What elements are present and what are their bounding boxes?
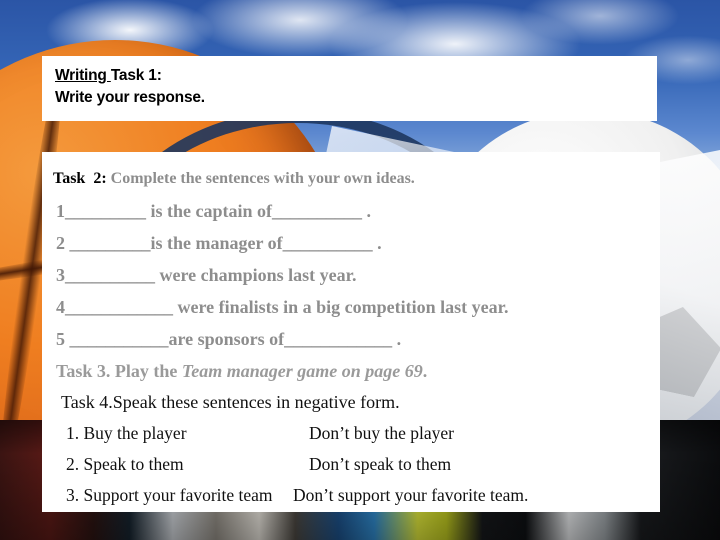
task-2-heading: Task 2: Complete the sentences with your…	[53, 162, 660, 195]
task-2-label: Task 2:	[53, 170, 107, 187]
slide-canvas: Writing Task 1: Write your response. Tas…	[0, 0, 720, 540]
task-1-label: Task 1:	[110, 67, 162, 84]
task-3-end-text: .	[422, 361, 428, 381]
task-3-plain-text: Task 3. Play the	[56, 361, 182, 381]
fill-in-line: 3__________ were champions last year.	[56, 265, 357, 285]
task-4-heading: Task 4.Speak these sentences in negative…	[61, 392, 400, 412]
task-2-description: Complete the sentences with your own ide…	[106, 170, 415, 187]
negative-form-row: 3. Support your favorite team Don’t supp…	[53, 480, 660, 511]
fill-in-line: 5 ___________are sponsors of____________…	[56, 329, 402, 349]
negative-form-row: 1. Buy the player Don’t buy the player	[53, 418, 660, 449]
fill-in-line: 1_________ is the captain of__________ .	[56, 201, 371, 221]
writing-task-1-heading: Writing Task 1:	[55, 65, 657, 87]
negative-sentence: Don’t support your favorite team.	[293, 485, 529, 505]
affirmative-sentence: 2. Speak to them	[66, 454, 184, 474]
affirmative-sentence: 1. Buy the player	[66, 423, 187, 443]
body-panel: Task 2: Complete the sentences with your…	[42, 152, 660, 512]
task-3-heading: Task 3. Play the Team manager game on pa…	[53, 355, 660, 387]
fill-in-line: 4____________ were finalists in a big co…	[56, 297, 509, 317]
negative-sentence: Don’t buy the player	[309, 423, 454, 443]
affirmative-sentence: 3. Support your favorite team	[66, 485, 273, 505]
write-your-response-text: Write your response.	[55, 89, 205, 106]
negative-form-row: 2. Speak to them Don’t speak to them	[53, 449, 660, 480]
fill-in-line: 2 _________is the manager of__________ .	[56, 233, 382, 253]
task-3-italic-text: Team manager game on page 69	[181, 361, 423, 381]
writing-underlined-word: Writing	[55, 67, 111, 84]
negative-sentence: Don’t speak to them	[309, 454, 452, 474]
title-panel: Writing Task 1: Write your response.	[42, 56, 657, 121]
